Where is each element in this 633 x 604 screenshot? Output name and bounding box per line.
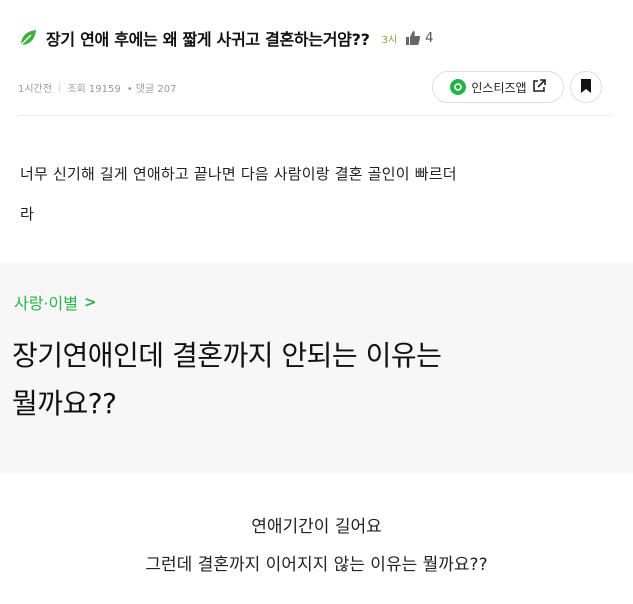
rank-label: 3시: [381, 34, 398, 46]
comment-count: • 댓글 207: [126, 84, 177, 95]
post-card: 장기 연애 후에는 왜 짧게 사귀고 결혼하는거얌?? 3시 4 1시간전 | …: [0, 0, 633, 262]
qa-title[interactable]: 장기연애인데 결혼까지 안되는 이유는 뭘까요??: [12, 332, 612, 428]
like-count: 4: [425, 30, 434, 46]
post-title-row: 장기 연애 후에는 왜 짧게 사귀고 결혼하는거얌?? 3시 4: [18, 24, 433, 52]
external-link-icon: [532, 78, 546, 96]
meta-separator: |: [57, 82, 62, 93]
view-count: 조회 19159: [67, 84, 121, 95]
bookmark-icon: [580, 78, 592, 97]
post-body-line: 너무 신기해 길게 연애하고 끝나면 다음 사람이랑 결혼 골인이 빠르더: [20, 165, 457, 183]
instiz-app-button[interactable]: 인스티즈앱: [432, 71, 564, 103]
divider: [18, 115, 613, 116]
qa-category-link[interactable]: 사랑·이별 >: [14, 290, 97, 314]
chevron-right-icon: >: [83, 293, 97, 311]
linked-question-card[interactable]: 사랑·이별 > 장기연애인데 결혼까지 안되는 이유는 뭘까요??: [0, 262, 633, 474]
post-body: 너무 신기해 길게 연애하고 끝나면 다음 사람이랑 결혼 골인이 빠르더 라: [20, 154, 620, 234]
question-content: 연애기간이 길어요 그런데 결혼까지 이어지지 않는 이유는 뭘까요??: [0, 474, 633, 604]
instiz-app-label: 인스티즈앱: [471, 80, 527, 95]
qa-category-label: 사랑·이별: [14, 294, 78, 313]
post-meta: 1시간전 | 조회 19159 • 댓글 207: [18, 80, 176, 95]
post-body-line: 라: [20, 205, 35, 223]
post-time: 1시간전: [18, 84, 52, 95]
app-logo-icon: [450, 79, 467, 95]
leaf-icon: [18, 28, 38, 48]
question-content-line: 그런데 결혼까지 이어지지 않는 이유는 뭘까요??: [145, 555, 488, 575]
bookmark-button[interactable]: [570, 71, 602, 103]
qa-title-line: 장기연애인데 결혼까지 안되는 이유는: [12, 339, 442, 372]
thumbs-up-icon: [405, 30, 421, 46]
qa-title-line: 뭘까요??: [12, 387, 117, 420]
question-content-line: 연애기간이 길어요: [251, 517, 382, 537]
post-title[interactable]: 장기 연애 후에는 왜 짧게 사귀고 결혼하는거얌??: [46, 26, 370, 50]
